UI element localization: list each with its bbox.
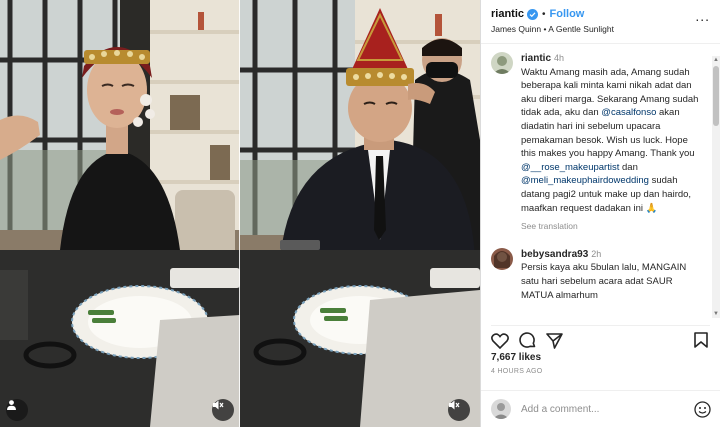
avatar[interactable] xyxy=(491,247,513,270)
mention-link[interactable]: @meli_makeuphairdowedding xyxy=(521,175,649,186)
share-button[interactable] xyxy=(546,332,563,349)
mention-link[interactable]: @casalfonso xyxy=(601,107,656,118)
post-media[interactable] xyxy=(0,0,480,427)
caption-time: 4h xyxy=(554,53,565,63)
save-button[interactable] xyxy=(694,332,708,353)
follow-button[interactable]: Follow xyxy=(550,8,585,20)
comment-item: bebysandra93 2h Persis kaya aku 5bulan la… xyxy=(491,247,704,302)
bookmark-icon xyxy=(694,332,708,348)
comment-button[interactable] xyxy=(519,332,536,349)
share-icon xyxy=(546,332,563,349)
scroll-down-arrow-icon[interactable]: ▼ xyxy=(713,311,719,317)
scrollbar-thumb[interactable] xyxy=(713,66,719,126)
header-username[interactable]: riantic xyxy=(491,8,524,20)
groom-photo xyxy=(240,0,480,427)
speaker-muted-icon xyxy=(449,400,460,410)
caption-username[interactable]: riantic xyxy=(521,53,551,64)
comment-text: Persis kaya aku 5bulan lalu, MANGAIN sat… xyxy=(521,262,687,301)
comment-username[interactable]: bebysandra93 xyxy=(521,249,588,260)
video-frame-groom[interactable] xyxy=(240,0,480,427)
heart-icon xyxy=(491,332,509,349)
speaker-muted-icon xyxy=(213,400,224,410)
comment-time: 2h xyxy=(591,248,602,259)
post-sidebar: riantic • Follow James Quinn • A Gentle … xyxy=(480,0,720,427)
comment-icon xyxy=(519,332,536,348)
post-header: riantic • Follow James Quinn • A Gentle … xyxy=(481,0,720,44)
avatar xyxy=(491,399,511,419)
caption-text-3: dan xyxy=(619,161,638,173)
add-comment-bar xyxy=(481,390,720,427)
separator-dot: • xyxy=(542,8,546,20)
action-bar xyxy=(491,325,710,351)
mute-button-2[interactable] xyxy=(448,399,470,421)
audio-track[interactable]: James Quinn • A Gentle Sunlight xyxy=(491,24,710,34)
emoji-button[interactable] xyxy=(694,401,711,423)
bride-photo xyxy=(0,0,240,427)
avatar[interactable] xyxy=(491,52,513,74)
post-time: 4 HOURS AGO xyxy=(491,368,543,375)
mute-button[interactable] xyxy=(212,399,234,421)
verified-badge-icon xyxy=(527,8,539,20)
caption-comment: riantic 4h Waktu Amang masih ada, Amang s… xyxy=(491,52,704,234)
user-tag-button[interactable] xyxy=(6,399,28,421)
see-translation-link[interactable]: See translation xyxy=(521,220,704,234)
more-options-icon[interactable]: ... xyxy=(695,8,710,24)
user-icon xyxy=(7,400,16,410)
video-frame-bride[interactable] xyxy=(0,0,240,427)
like-button[interactable] xyxy=(491,332,509,349)
scroll-up-arrow-icon[interactable]: ▲ xyxy=(713,57,719,63)
comment-input[interactable] xyxy=(521,403,671,415)
comments-list[interactable]: riantic 4h Waktu Amang masih ada, Amang s… xyxy=(481,52,712,316)
smiley-icon xyxy=(694,401,711,418)
likes-count[interactable]: 7,667 likes xyxy=(491,352,541,363)
mention-link[interactable]: @__rose_makeupartist xyxy=(521,162,619,173)
